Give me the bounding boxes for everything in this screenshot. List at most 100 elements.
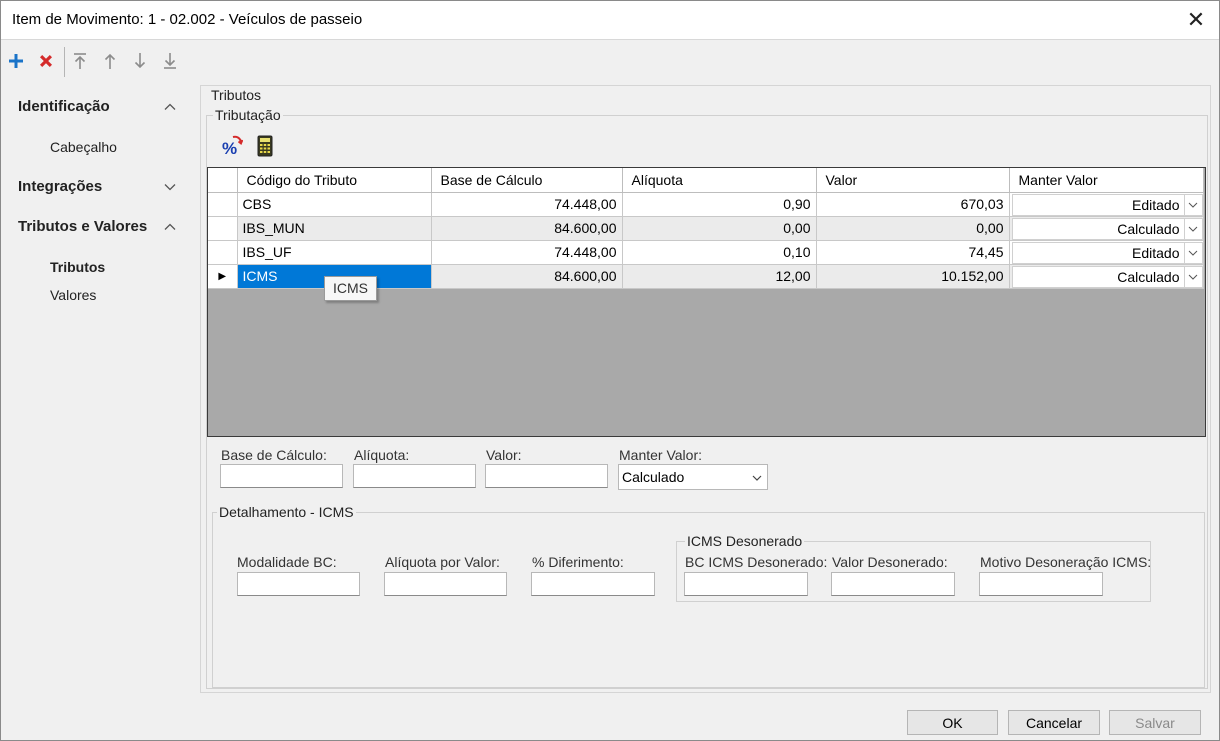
row-pointer-icon[interactable]: ▶ [208,264,238,289]
cell-aliquota[interactable]: 12,00 [622,264,817,289]
column-header-codigo[interactable]: Código do Tributo [237,168,432,193]
cell-manter[interactable]: Calculado [1009,264,1204,289]
cell-manter[interactable]: Editado [1009,192,1204,217]
bc-icms-desonerado-input[interactable] [684,572,808,596]
chevron-up-icon[interactable] [163,100,177,114]
row-header[interactable] [208,192,238,217]
tributos-grid[interactable]: Código do Tributo Base de Cálculo Alíquo… [207,167,1206,437]
move-first-icon[interactable] [68,49,92,73]
group-tributacao-legend: Tributação [213,107,283,123]
table-row[interactable]: CBS 74.448,00 0,90 670,03 Editado [208,192,1204,217]
toolbar [1,41,1219,81]
chevron-down-icon[interactable] [1183,218,1202,239]
cell-base[interactable]: 74.448,00 [431,192,623,217]
sidebar-section-integracoes[interactable]: Integrações [18,178,102,195]
valor-label: Valor: [486,447,522,463]
chevron-down-icon[interactable] [1183,242,1202,263]
move-up-icon[interactable] [98,49,122,73]
row-header[interactable] [208,240,238,265]
calculator-icon[interactable] [253,134,277,158]
cell-manter[interactable]: Calculado [1009,216,1204,241]
aliquota-label: Alíquota: [354,447,410,463]
diferimento-label: % Diferimento: [532,554,624,570]
manter-valor-text: Editado [1132,244,1180,261]
sidebar-item-valores[interactable]: Valores [50,287,96,303]
cell-base[interactable]: 74.448,00 [431,240,623,265]
manter-valor-label: Manter Valor: [619,447,702,463]
manter-valor-text: Calculado [1117,220,1180,237]
title-bar: Item de Movimento: 1 - 02.002 - Veículos… [1,1,1219,40]
chevron-down-icon[interactable] [163,180,177,194]
aliquota-por-valor-input[interactable] [384,572,507,596]
chevron-down-icon[interactable] [1183,194,1202,215]
motivo-desoneracao-label: Motivo Desoneração ICMS: [980,554,1152,570]
manter-valor-text: Editado [1132,196,1180,213]
cell-tooltip: ICMS [324,276,377,301]
toolbar-separator [64,47,65,77]
table-row[interactable]: IBS_UF 74.448,00 0,10 74,45 Editado [208,240,1204,265]
base-calculo-input[interactable] [220,464,343,488]
modalidade-bc-label: Modalidade BC: [237,554,337,570]
close-icon[interactable]: ✕ [1183,7,1209,33]
base-calculo-label: Base de Cálculo: [221,447,327,463]
group-detalhamento-legend: Detalhamento - ICMS [217,504,356,520]
manter-valor-dropdown[interactable]: Editado [1011,193,1203,216]
chevron-down-icon[interactable] [751,471,763,487]
cell-valor[interactable]: 0,00 [816,216,1010,241]
diferimento-input[interactable] [531,572,655,596]
group-icms-desonerado-legend: ICMS Desonerado [685,533,805,549]
row-header-corner [208,168,238,193]
save-button[interactable]: Salvar [1109,710,1201,735]
column-header-base[interactable]: Base de Cálculo [431,168,623,193]
cell-manter[interactable]: Editado [1009,240,1204,265]
sidebar-section-tributos-valores[interactable]: Tributos e Valores [18,218,147,235]
column-header-valor[interactable]: Valor [816,168,1010,193]
add-icon[interactable] [4,49,28,73]
row-header[interactable] [208,216,238,241]
tributos-table: Código do Tributo Base de Cálculo Alíquo… [208,168,1204,289]
cell-aliquota[interactable]: 0,00 [622,216,817,241]
sidebar-item-tributos[interactable]: Tributos [50,259,105,275]
aliquota-por-valor-label: Alíquota por Valor: [385,554,500,570]
move-down-icon[interactable] [128,49,152,73]
ok-button[interactable]: OK [907,710,998,735]
manter-valor-selected: Calculado [622,469,685,485]
manter-valor-select[interactable]: Calculado [618,464,768,490]
chevron-up-icon[interactable] [163,220,177,234]
bc-icms-desonerado-label: BC ICMS Desonerado: [685,554,828,570]
aliquota-input[interactable] [353,464,476,488]
cell-codigo[interactable]: IBS_MUN [237,216,432,241]
manter-valor-dropdown[interactable]: Calculado [1011,265,1203,288]
valor-desonerado-label: Valor Desonerado: [832,554,948,570]
group-tributos-legend: Tributos [209,87,264,103]
cell-codigo[interactable]: IBS_UF [237,240,432,265]
chevron-down-icon[interactable] [1183,266,1202,287]
column-header-manter[interactable]: Manter Valor [1009,168,1204,193]
column-header-aliquota[interactable]: Alíquota [622,168,817,193]
cell-base[interactable]: 84.600,00 [431,264,623,289]
manter-valor-dropdown[interactable]: Editado [1011,241,1203,264]
sidebar-section-identificacao[interactable]: Identificação [18,98,110,115]
recalculate-percent-icon[interactable]: % [220,134,244,158]
manter-valor-dropdown[interactable]: Calculado [1011,217,1203,240]
cell-valor[interactable]: 10.152,00 [816,264,1010,289]
sidebar: Identificação Cabeçalho Integrações Trib… [1,83,197,703]
manter-valor-text: Calculado [1117,268,1180,285]
cell-codigo[interactable]: CBS [237,192,432,217]
delete-icon[interactable] [34,49,58,73]
sidebar-item-cabecalho[interactable]: Cabeçalho [50,139,117,155]
dialog-window: Item de Movimento: 1 - 02.002 - Veículos… [0,0,1220,741]
cell-valor[interactable]: 670,03 [816,192,1010,217]
table-row[interactable]: IBS_MUN 84.600,00 0,00 0,00 Calculado [208,216,1204,241]
cell-aliquota[interactable]: 0,90 [622,192,817,217]
valor-desonerado-input[interactable] [831,572,955,596]
motivo-desoneracao-input[interactable] [979,572,1103,596]
valor-input[interactable] [485,464,608,488]
cell-valor[interactable]: 74,45 [816,240,1010,265]
move-last-icon[interactable] [158,49,182,73]
modalidade-bc-input[interactable] [237,572,360,596]
svg-text:%: % [222,139,237,157]
cancel-button[interactable]: Cancelar [1008,710,1100,735]
cell-base[interactable]: 84.600,00 [431,216,623,241]
cell-aliquota[interactable]: 0,10 [622,240,817,265]
